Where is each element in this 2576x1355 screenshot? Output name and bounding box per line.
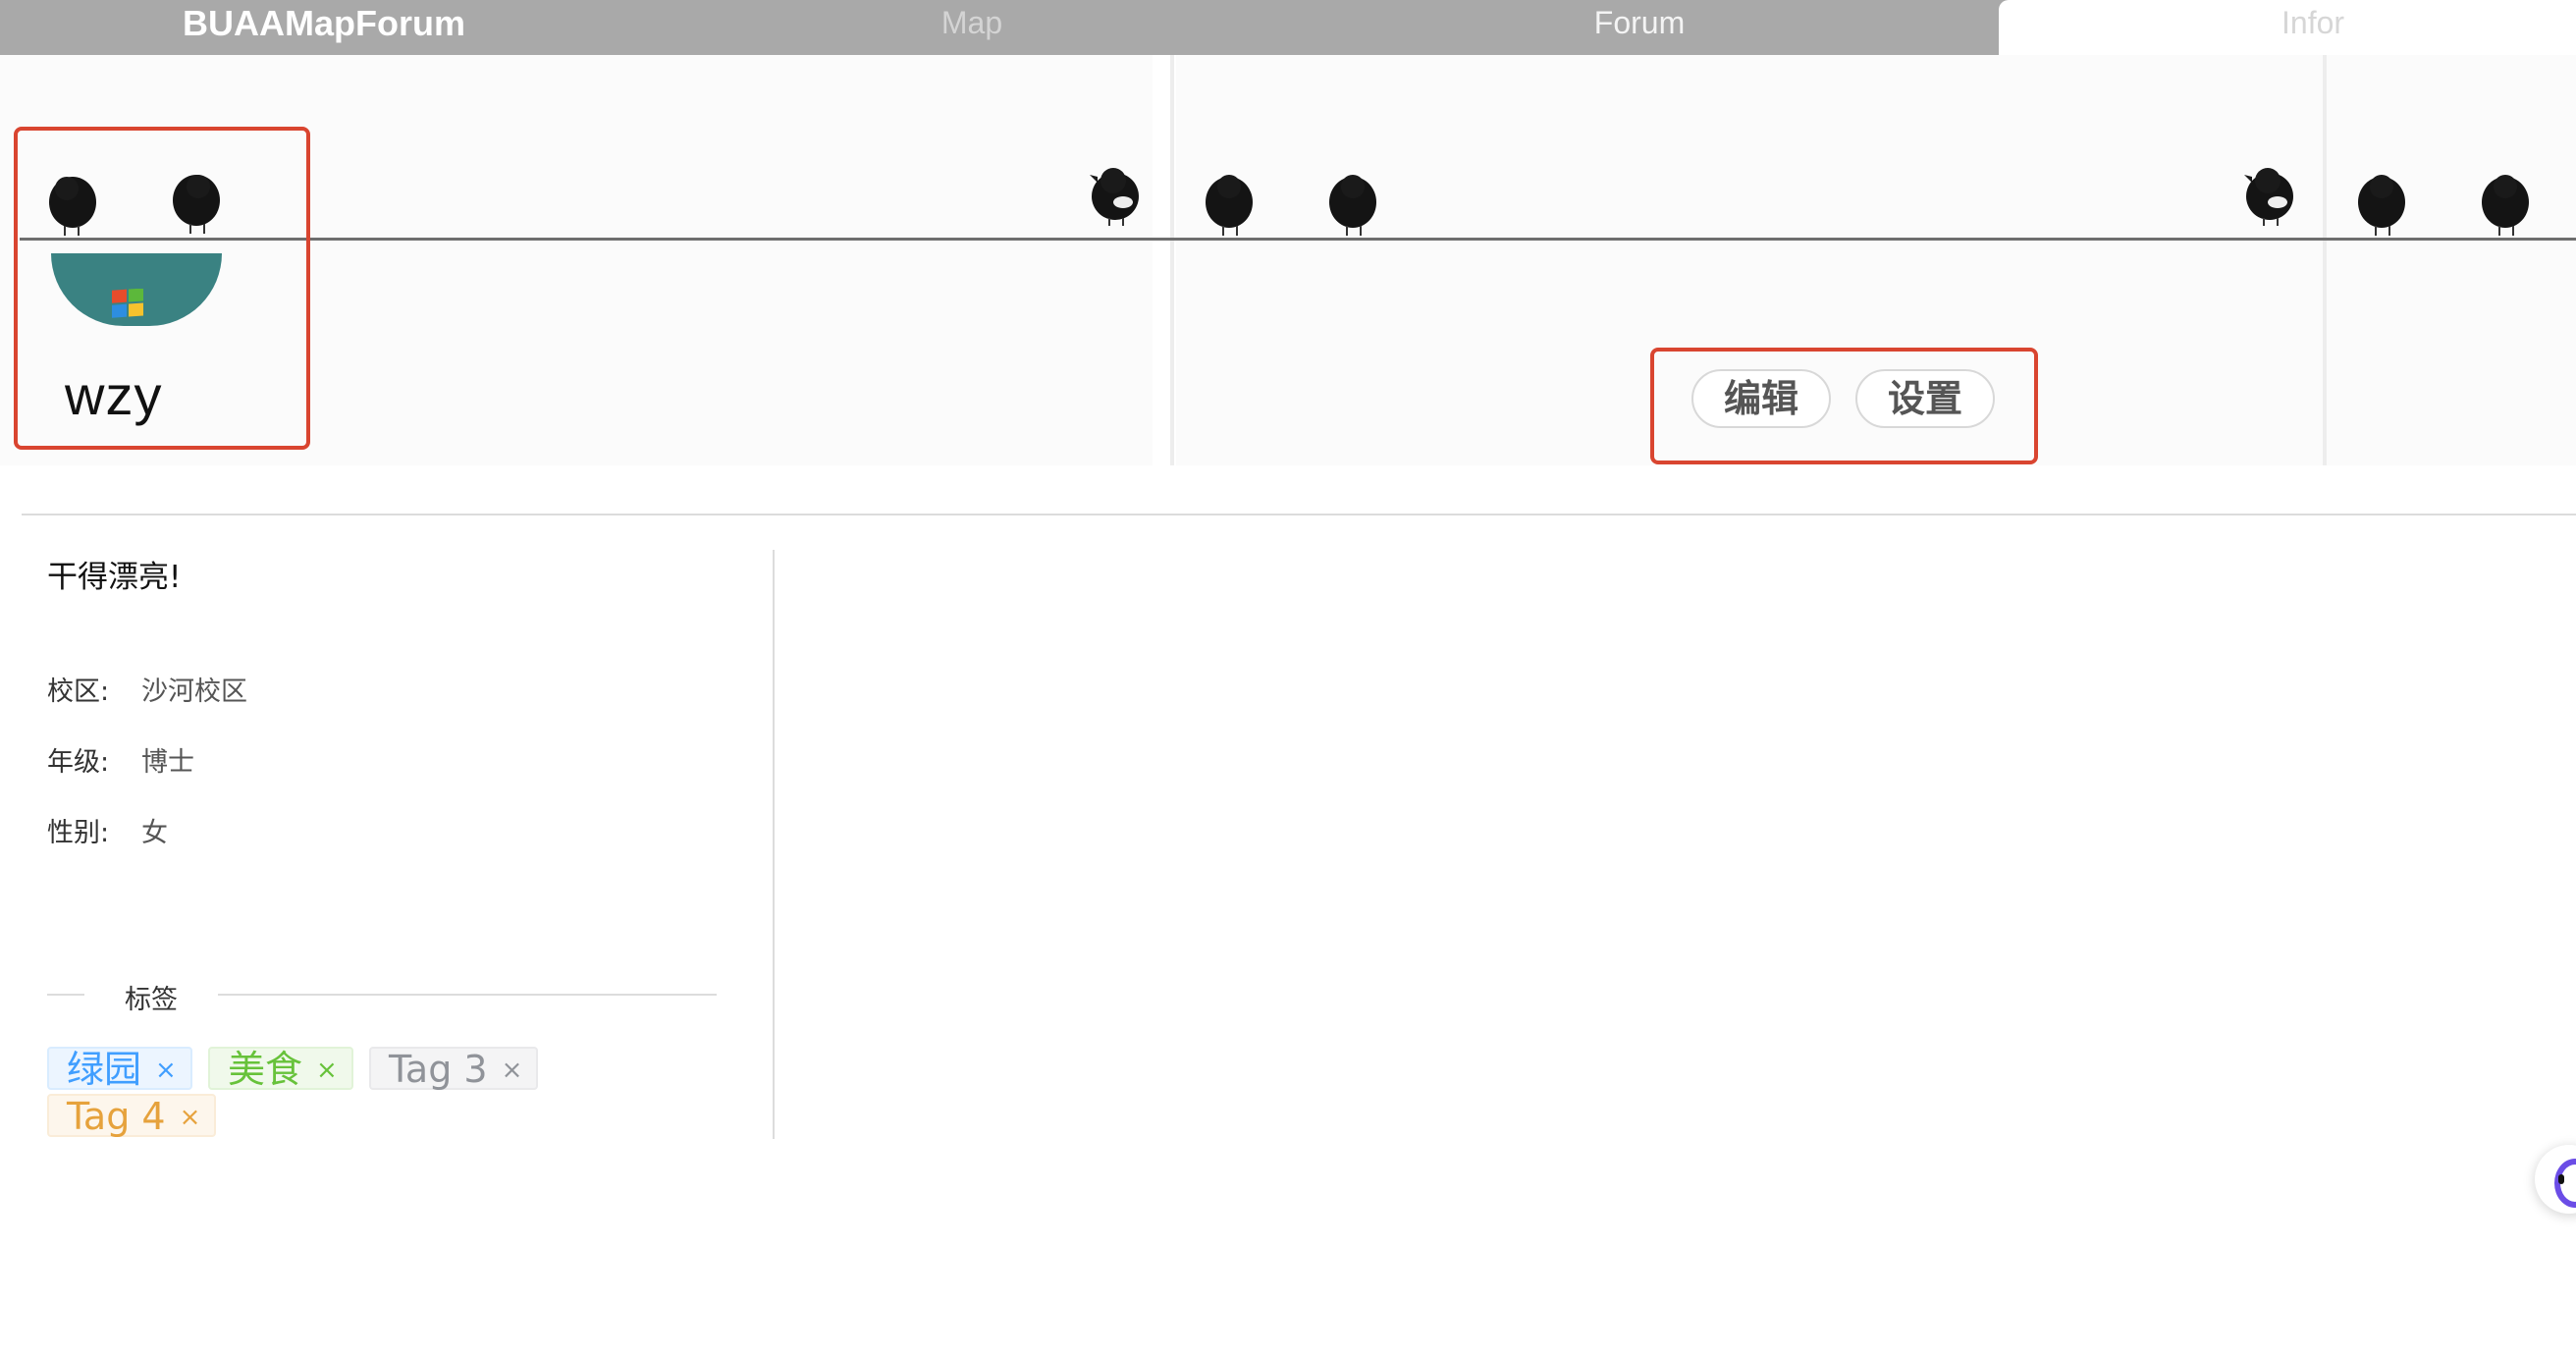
profile-banner	[0, 55, 2576, 465]
info-value: 女	[141, 818, 168, 848]
tag-label: Tag 3	[389, 1048, 488, 1091]
tags-divider-right	[218, 994, 717, 996]
nav-item-map[interactable]: Map	[923, 0, 1021, 47]
info-row-gender: 性别: 女	[47, 811, 168, 849]
nav-item-info-label: Infor	[2281, 5, 2345, 40]
bird-illustration	[2358, 175, 2405, 236]
highlight-box-actions	[1650, 348, 2038, 464]
bird-illustration	[2244, 168, 2293, 226]
tag-chip[interactable]: 绿园 ×	[47, 1047, 192, 1090]
bird-illustration	[1329, 175, 1376, 236]
nav-item-info[interactable]: Infor	[1999, 0, 2576, 55]
tag-close-icon[interactable]: ×	[155, 1056, 177, 1085]
tags-divider-left	[47, 994, 84, 996]
brand-logo-text[interactable]: BUAAMapForum	[183, 0, 465, 47]
tag-label: 绿园	[67, 1048, 142, 1091]
info-row-campus: 校区: 沙河校区	[47, 670, 247, 708]
column-divider	[773, 550, 775, 1139]
banner-panel	[2327, 55, 2576, 465]
info-value: 博士	[141, 747, 194, 778]
tags-section-title: 标签	[125, 985, 178, 1015]
info-label: 年级:	[47, 747, 110, 778]
tag-label: Tag 4	[67, 1095, 166, 1138]
nav-item-forum[interactable]: Forum	[1561, 0, 1718, 47]
bird-illustration	[1206, 175, 1253, 236]
assistant-eye-icon	[2558, 1174, 2564, 1184]
info-label: 校区:	[47, 677, 110, 707]
info-value: 沙河校区	[141, 677, 247, 707]
highlight-box-profile	[14, 127, 310, 450]
tag-chip[interactable]: Tag 4 ×	[47, 1094, 217, 1138]
assistant-float-icon[interactable]	[2535, 1145, 2576, 1214]
tag-label: 美食	[228, 1048, 303, 1091]
tag-chip[interactable]: Tag 3 ×	[369, 1047, 539, 1091]
top-navbar: BUAAMapForum Map Forum Infor	[0, 0, 2576, 55]
info-label: 性别:	[47, 818, 110, 848]
bird-illustration	[1090, 168, 1139, 226]
info-row-grade: 年级: 博士	[47, 740, 194, 779]
tag-close-icon[interactable]: ×	[316, 1056, 338, 1085]
banner-divider	[2323, 55, 2327, 465]
assistant-ring-icon	[2554, 1159, 2576, 1208]
user-bio: 干得漂亮!	[47, 560, 182, 595]
section-divider	[22, 514, 2576, 515]
bird-illustration	[2482, 175, 2529, 236]
tag-chip[interactable]: 美食 ×	[208, 1047, 353, 1090]
tag-close-icon[interactable]: ×	[180, 1103, 201, 1132]
banner-divider	[1170, 55, 1174, 465]
wire-line	[20, 238, 2576, 241]
tag-close-icon[interactable]: ×	[502, 1056, 523, 1085]
